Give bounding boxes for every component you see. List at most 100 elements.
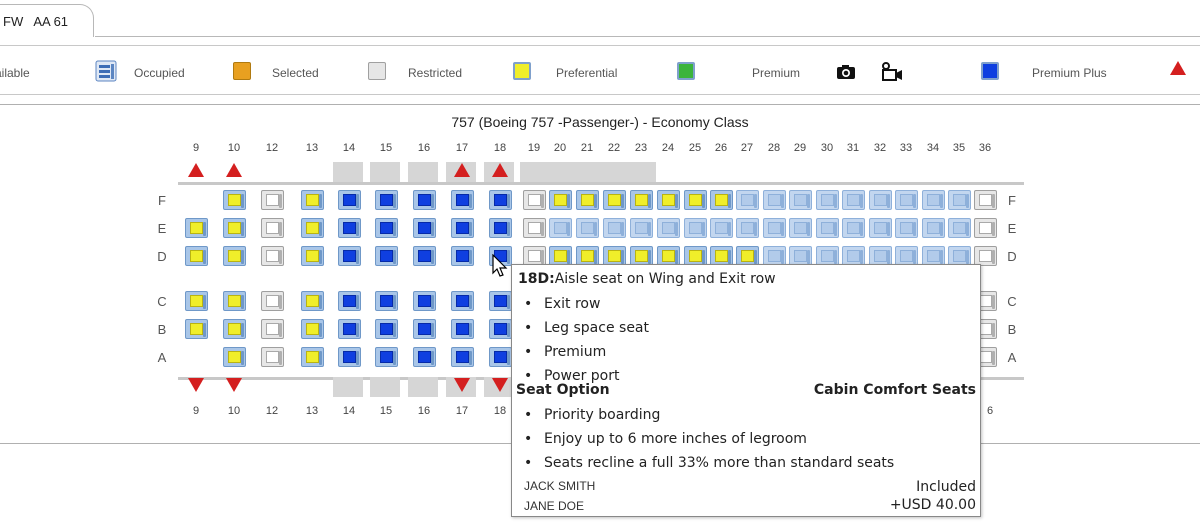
seat-21E[interactable] <box>576 218 599 238</box>
seat-9C[interactable] <box>185 291 208 311</box>
seat-12B[interactable] <box>261 319 284 339</box>
seat-29E[interactable] <box>789 218 812 238</box>
seat-19E[interactable] <box>523 218 546 238</box>
seat-22D[interactable] <box>603 246 626 266</box>
seat-15E[interactable] <box>375 218 398 238</box>
seat-34E[interactable] <box>922 218 945 238</box>
seat-14F[interactable] <box>338 190 361 210</box>
seat-22E[interactable] <box>603 218 626 238</box>
seat-24E[interactable] <box>657 218 680 238</box>
seat-16C[interactable] <box>413 291 436 311</box>
seat-14E[interactable] <box>338 218 361 238</box>
seat-30F[interactable] <box>816 190 839 210</box>
seat-25D[interactable] <box>684 246 707 266</box>
seat-15C[interactable] <box>375 291 398 311</box>
seat-36D[interactable] <box>974 246 997 266</box>
seat-16A[interactable] <box>413 347 436 367</box>
seat-32F[interactable] <box>869 190 892 210</box>
seat-27D[interactable] <box>736 246 759 266</box>
seat-14A[interactable] <box>338 347 361 367</box>
seat-15D[interactable] <box>375 246 398 266</box>
seat-34D[interactable] <box>922 246 945 266</box>
seat-16F[interactable] <box>413 190 436 210</box>
seat-28F[interactable] <box>763 190 786 210</box>
seat-32E[interactable] <box>869 218 892 238</box>
seat-26D[interactable] <box>710 246 733 266</box>
seat-10B[interactable] <box>223 319 246 339</box>
seat-36F[interactable] <box>974 190 997 210</box>
seat-10F[interactable] <box>223 190 246 210</box>
seat-18F[interactable] <box>489 190 512 210</box>
seat-30D[interactable] <box>816 246 839 266</box>
seat-15A[interactable] <box>375 347 398 367</box>
seat-23D[interactable] <box>630 246 653 266</box>
seat-31E[interactable] <box>842 218 865 238</box>
seat-25E[interactable] <box>684 218 707 238</box>
seat-27F[interactable] <box>736 190 759 210</box>
seat-10C[interactable] <box>223 291 246 311</box>
seat-14C[interactable] <box>338 291 361 311</box>
seat-29F[interactable] <box>789 190 812 210</box>
seat-14B[interactable] <box>338 319 361 339</box>
seat-16D[interactable] <box>413 246 436 266</box>
seat-17F[interactable] <box>451 190 474 210</box>
seat-16E[interactable] <box>413 218 436 238</box>
seat-18C[interactable] <box>489 291 512 311</box>
seat-23F[interactable] <box>630 190 653 210</box>
seat-9B[interactable] <box>185 319 208 339</box>
seat-17B[interactable] <box>451 319 474 339</box>
seat-26E[interactable] <box>710 218 733 238</box>
seat-17A[interactable] <box>451 347 474 367</box>
seat-33E[interactable] <box>895 218 918 238</box>
seat-20D[interactable] <box>549 246 572 266</box>
seat-17D[interactable] <box>451 246 474 266</box>
tab-flight[interactable]: FW AA 61 <box>0 4 94 37</box>
seat-13F[interactable] <box>301 190 324 210</box>
seat-24D[interactable] <box>657 246 680 266</box>
seat-13A[interactable] <box>301 347 324 367</box>
seat-34F[interactable] <box>922 190 945 210</box>
seat-12E[interactable] <box>261 218 284 238</box>
seat-24F[interactable] <box>657 190 680 210</box>
seat-33F[interactable] <box>895 190 918 210</box>
seat-17E[interactable] <box>451 218 474 238</box>
seat-21F[interactable] <box>576 190 599 210</box>
seat-36E[interactable] <box>974 218 997 238</box>
seat-16B[interactable] <box>413 319 436 339</box>
seat-9D[interactable] <box>185 246 208 266</box>
seat-17C[interactable] <box>451 291 474 311</box>
seat-23E[interactable] <box>630 218 653 238</box>
seat-18B[interactable] <box>489 319 512 339</box>
seat-12C[interactable] <box>261 291 284 311</box>
seat-19F[interactable] <box>523 190 546 210</box>
seat-31F[interactable] <box>842 190 865 210</box>
seat-28E[interactable] <box>763 218 786 238</box>
seat-9E[interactable] <box>185 218 208 238</box>
seat-15B[interactable] <box>375 319 398 339</box>
seat-13B[interactable] <box>301 319 324 339</box>
seat-13C[interactable] <box>301 291 324 311</box>
seat-33D[interactable] <box>895 246 918 266</box>
seat-26F[interactable] <box>710 190 733 210</box>
seat-20F[interactable] <box>549 190 572 210</box>
seat-21D[interactable] <box>576 246 599 266</box>
seat-10D[interactable] <box>223 246 246 266</box>
seat-10E[interactable] <box>223 218 246 238</box>
seat-22F[interactable] <box>603 190 626 210</box>
seat-19D[interactable] <box>523 246 546 266</box>
seat-32D[interactable] <box>869 246 892 266</box>
seat-31D[interactable] <box>842 246 865 266</box>
seat-12F[interactable] <box>261 190 284 210</box>
seat-15F[interactable] <box>375 190 398 210</box>
seat-18A[interactable] <box>489 347 512 367</box>
seat-35F[interactable] <box>948 190 971 210</box>
seat-25F[interactable] <box>684 190 707 210</box>
seat-12A[interactable] <box>261 347 284 367</box>
seat-12D[interactable] <box>261 246 284 266</box>
seat-29D[interactable] <box>789 246 812 266</box>
seat-35D[interactable] <box>948 246 971 266</box>
seat-13D[interactable] <box>301 246 324 266</box>
seat-14D[interactable] <box>338 246 361 266</box>
seat-13E[interactable] <box>301 218 324 238</box>
seat-20E[interactable] <box>549 218 572 238</box>
